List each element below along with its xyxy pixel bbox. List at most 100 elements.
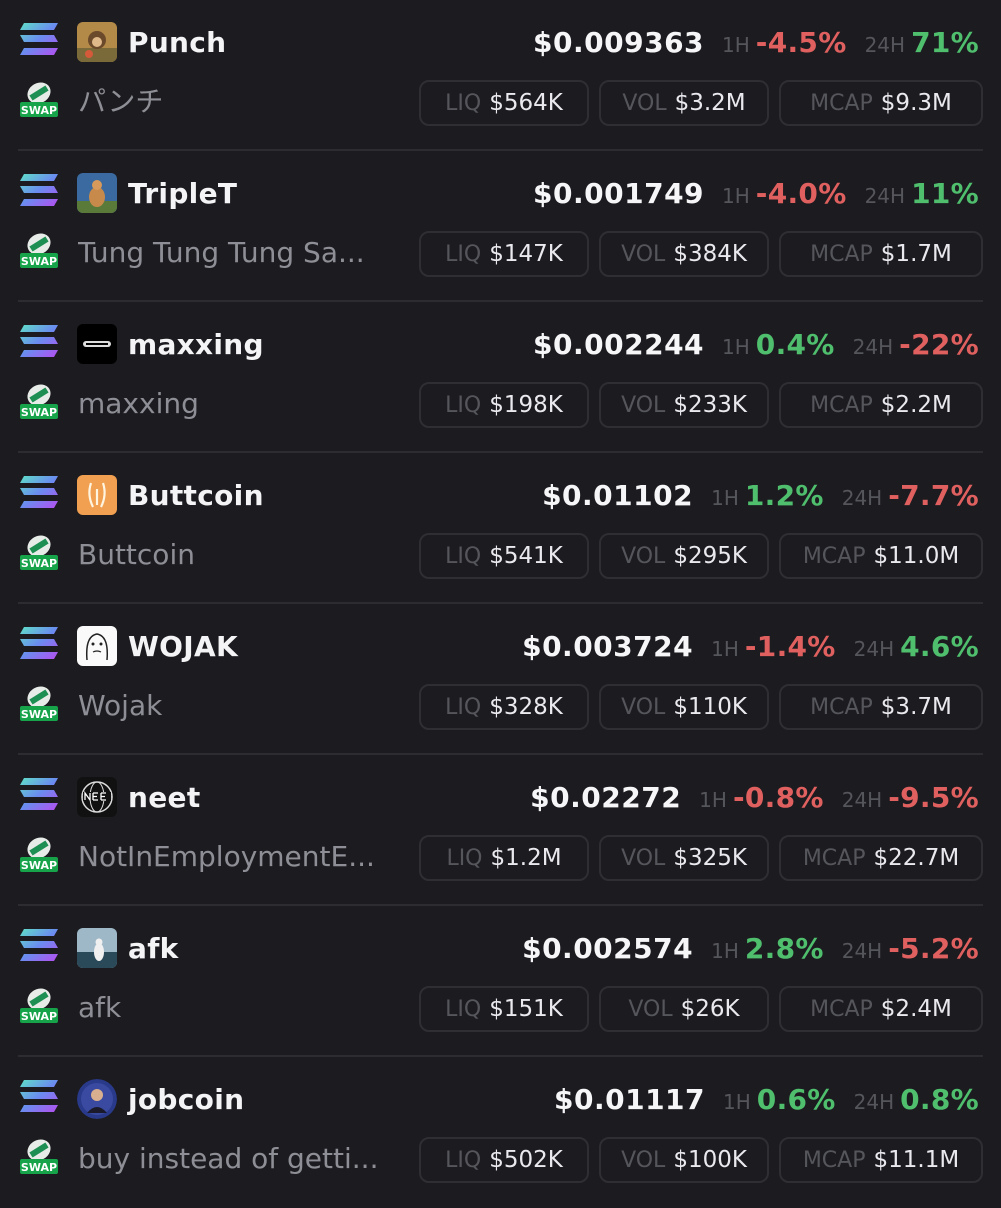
- vol-value: $100K: [673, 1147, 747, 1173]
- label-24h: 24H: [841, 486, 883, 510]
- vol-value: $3.2M: [674, 90, 746, 116]
- svg-text:SWAP: SWAP: [21, 255, 57, 268]
- solana-icon: [20, 23, 58, 55]
- alpaca-photo-icon: [77, 173, 117, 213]
- change-1h: -4.5%: [755, 26, 847, 59]
- token-symbol: WOJAK: [128, 630, 238, 663]
- mcap-label: MCAP: [810, 241, 873, 267]
- mcap-value: $11.0M: [873, 543, 960, 569]
- mcap-value: $9.3M: [880, 90, 952, 116]
- svg-text:SWAP: SWAP: [21, 859, 57, 872]
- change-1h: 0.4%: [755, 328, 835, 361]
- vol-pill: VOL $233K: [599, 382, 769, 428]
- liq-label: LIQ: [445, 392, 482, 418]
- change-1h: 1.2%: [744, 479, 824, 512]
- vol-pill: VOL $100K: [599, 1137, 769, 1183]
- price-line: $0.02272 1H -0.8% 24H -9.5%: [530, 777, 979, 819]
- liq-label: LIQ: [445, 543, 482, 569]
- swap-pill-icon: SWAP: [20, 1139, 58, 1174]
- svg-text:SWAP: SWAP: [21, 557, 57, 570]
- price-line: $0.01102 1H 1.2% 24H -7.7%: [542, 475, 979, 517]
- liq-value: $328K: [489, 694, 563, 720]
- price-line: $0.003724 1H -1.4% 24H 4.6%: [522, 626, 979, 668]
- price-line: $0.001749 1H -4.0% 24H 11%: [533, 173, 979, 215]
- label-24h: 24H: [841, 788, 883, 812]
- liq-pill: LIQ $541K: [419, 533, 589, 579]
- label-24h: 24H: [841, 939, 883, 963]
- token-row[interactable]: SWAP jobcoin buy instead of getti... $0.…: [18, 1057, 983, 1208]
- liq-pill: LIQ $151K: [419, 986, 589, 1032]
- liq-pill: LIQ $198K: [419, 382, 589, 428]
- vol-pill: VOL $325K: [599, 835, 769, 881]
- swap-pill-icon: SWAP: [20, 535, 58, 570]
- neet-globe-icon: [77, 777, 117, 817]
- solana-icon: [20, 1080, 58, 1112]
- liq-pill: LIQ $564K: [419, 80, 589, 126]
- wojak-face-icon: [77, 626, 117, 666]
- liq-value: $564K: [489, 90, 563, 116]
- mcap-label: MCAP: [802, 543, 866, 569]
- mcap-label: MCAP: [810, 996, 873, 1022]
- vol-value: $295K: [673, 543, 747, 569]
- token-symbol: Buttcoin: [128, 479, 264, 512]
- vol-value: $233K: [673, 392, 747, 418]
- svg-text:SWAP: SWAP: [21, 708, 57, 721]
- liq-label: LIQ: [445, 241, 482, 267]
- token-row[interactable]: SWAP neet NotInEmploymentE... $0.02272 1…: [18, 755, 983, 906]
- vol-pill: VOL $3.2M: [599, 80, 769, 126]
- token-name: buy instead of getti...: [78, 1142, 379, 1175]
- mcap-label: MCAP: [810, 392, 873, 418]
- svg-text:SWAP: SWAP: [21, 1161, 57, 1174]
- vol-value: $384K: [673, 241, 747, 267]
- token-row[interactable]: SWAP maxxing maxxing $0.002244 1H 0.4% 2…: [18, 302, 983, 453]
- token-name: NotInEmploymentE...: [78, 840, 375, 873]
- token-name: afk: [78, 991, 122, 1024]
- token-symbol: maxxing: [128, 328, 264, 361]
- label-1h: 1H: [699, 788, 727, 812]
- change-24h: 11%: [911, 177, 979, 210]
- change-24h: -7.7%: [888, 479, 979, 512]
- token-row[interactable]: SWAP TripleT Tung Tung Tung Sa... $0.001…: [18, 151, 983, 302]
- label-24h: 24H: [864, 33, 906, 57]
- mcap-pill: MCAP $22.7M: [779, 835, 983, 881]
- svg-text:SWAP: SWAP: [21, 1010, 57, 1023]
- token-row[interactable]: SWAP Buttcoin Buttcoin $0.01102 1H 1.2% …: [18, 453, 983, 604]
- liq-label: LIQ: [445, 694, 482, 720]
- token-name: パンチ: [78, 85, 164, 118]
- solana-icon: [20, 627, 58, 659]
- price-line: $0.009363 1H -4.5% 24H 71%: [533, 22, 979, 64]
- token-price: $0.009363: [533, 26, 705, 59]
- buttcoin-logo-icon: [77, 475, 117, 515]
- liq-pill: LIQ $147K: [419, 231, 589, 277]
- liq-label: LIQ: [445, 90, 482, 116]
- mcap-value: $11.1M: [873, 1147, 960, 1173]
- token-price: $0.001749: [533, 177, 705, 210]
- change-1h: 2.8%: [744, 932, 824, 965]
- vol-label: VOL: [621, 694, 666, 720]
- token-row[interactable]: SWAP afk afk $0.002574 1H 2.8% 24H -5.2%…: [18, 906, 983, 1057]
- label-1h: 1H: [711, 486, 739, 510]
- solana-icon: [20, 778, 58, 810]
- liq-pill: LIQ $502K: [419, 1137, 589, 1183]
- token-price: $0.01117: [554, 1083, 706, 1116]
- vol-value: $110K: [673, 694, 747, 720]
- mcap-pill: MCAP $11.0M: [779, 533, 983, 579]
- liq-label: LIQ: [446, 845, 483, 871]
- vol-pill: VOL $110K: [599, 684, 769, 730]
- token-name: Buttcoin: [78, 538, 195, 571]
- token-name: Tung Tung Tung Sa...: [78, 236, 365, 269]
- price-line: $0.002574 1H 2.8% 24H -5.2%: [522, 928, 979, 970]
- liq-value: $541K: [489, 543, 563, 569]
- token-row[interactable]: SWAP WOJAK Wojak $0.003724 1H -1.4% 24H …: [18, 604, 983, 755]
- label-1h: 1H: [722, 335, 750, 359]
- vol-label: VOL: [621, 1147, 666, 1173]
- solana-icon: [20, 476, 58, 508]
- mcap-label: MCAP: [810, 694, 873, 720]
- mcap-value: $2.4M: [880, 996, 952, 1022]
- token-price: $0.02272: [530, 781, 682, 814]
- liq-pill: LIQ $1.2M: [419, 835, 589, 881]
- swap-pill-icon: SWAP: [20, 233, 58, 268]
- token-row[interactable]: SWAP Punch パンチ $0.009363 1H -4.5% 24H 71…: [18, 0, 983, 151]
- vol-label: VOL: [622, 90, 667, 116]
- token-name: maxxing: [78, 387, 199, 420]
